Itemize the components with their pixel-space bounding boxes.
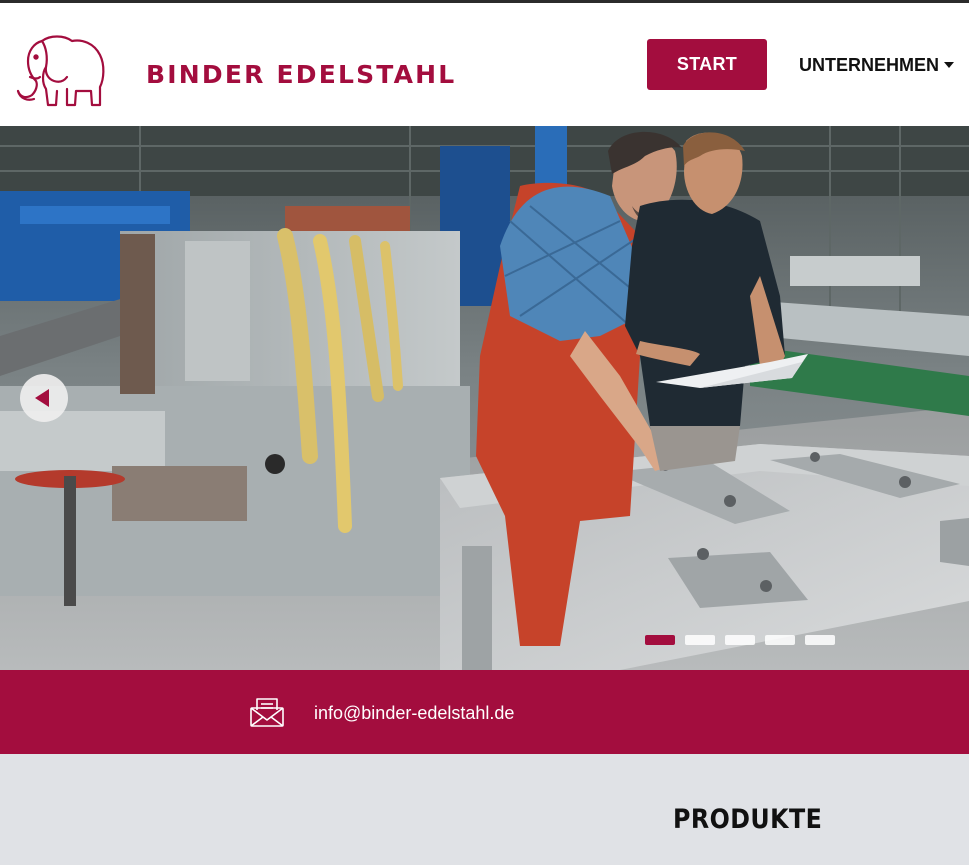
brand-name[interactable]: BINDER EDELSTAHL	[146, 60, 456, 90]
nav-unternehmen-label: UNTERNEHMEN	[799, 55, 940, 75]
hero-image	[0, 126, 969, 670]
carousel-indicator-3[interactable]	[725, 635, 755, 645]
hero-carousel[interactable]	[0, 126, 969, 670]
nav-start-button[interactable]: START	[647, 39, 767, 90]
carousel-indicator-4[interactable]	[765, 635, 795, 645]
products-section: PRODUKTE	[0, 754, 969, 865]
carousel-indicator-1[interactable]	[645, 635, 675, 645]
carousel-prev-button[interactable]	[20, 374, 68, 422]
elephant-logo-icon[interactable]	[12, 33, 106, 109]
section-title-produkte: PRODUKTE	[673, 804, 823, 835]
envelope-icon	[250, 698, 284, 727]
caret-down-icon	[944, 62, 955, 68]
nav-unternehmen-dropdown[interactable]: UNTERNEHMEN	[799, 55, 955, 76]
carousel-indicators	[645, 635, 835, 647]
contact-email-link[interactable]: info@binder-edelstahl.de	[314, 703, 514, 724]
contact-bar: info@binder-edelstahl.de	[0, 670, 969, 754]
carousel-indicator-2[interactable]	[685, 635, 715, 645]
site-header: BINDER EDELSTAHL START UNTERNEHMEN	[0, 3, 969, 126]
chevron-left-icon	[35, 389, 49, 407]
carousel-indicator-5[interactable]	[805, 635, 835, 645]
